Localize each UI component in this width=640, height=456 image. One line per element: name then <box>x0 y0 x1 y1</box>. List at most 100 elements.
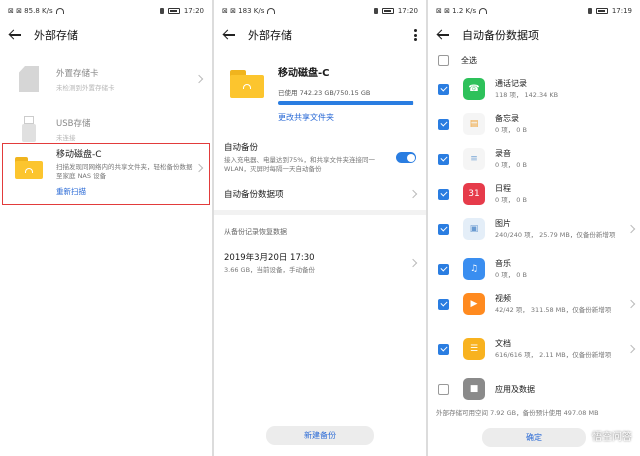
notes-icon: ▤ <box>463 113 485 135</box>
item-title: 外置存储卡 <box>56 68 99 79</box>
data-item-row[interactable]: ▤ 备忘录 0 项， 0 B <box>428 113 640 135</box>
network-folder-icon <box>15 157 43 179</box>
item-checkbox[interactable] <box>438 83 449 95</box>
item-size: 0 项， 0 B <box>495 271 527 279</box>
select-all-row[interactable]: 全选 <box>428 48 640 72</box>
document-icon: ☰ <box>463 338 485 360</box>
clock: 17:20 <box>397 7 418 15</box>
item-size: 0 项， 0 B <box>495 126 527 134</box>
auto-backup-row: 自动备份 接入充电器、电量达到75%，和共享文件夹连接同一 WLAN，灭屏时每隔… <box>214 141 426 174</box>
status-indicators: ⊠ ⊠ 85.8 K/s <box>8 7 53 15</box>
item-checkbox[interactable] <box>438 118 449 130</box>
recorder-icon: ≡ <box>463 148 485 170</box>
more-options-icon[interactable] <box>414 29 418 41</box>
wifi-icon <box>479 8 488 14</box>
back-arrow-icon[interactable] <box>436 28 450 42</box>
data-item-row[interactable]: ☎ 通话记录 118 项， 142.34 KB <box>428 78 640 100</box>
item-name: 应用及数据 <box>495 384 535 394</box>
data-item-row[interactable]: ▶ 视频 42/42 项， 311.58 MB，仅备份新增项 <box>428 293 640 315</box>
item-size: 42/42 项， 311.58 MB，仅备份新增项 <box>495 306 612 314</box>
chevron-right-icon <box>194 74 204 84</box>
data-item-row[interactable]: ≡ 录音 0 项， 0 B <box>428 148 640 170</box>
bluetooth-icon <box>373 8 378 14</box>
item-subtitle: 未连接 <box>56 133 76 142</box>
clock: 17:19 <box>611 7 632 15</box>
wifi-icon <box>55 8 64 14</box>
app-bar: 外部存储 <box>214 22 426 48</box>
music-icon: ♫ <box>463 258 485 280</box>
auto-backup-items-row[interactable]: 自动备份数据项 <box>214 182 426 206</box>
bluetooth-icon <box>587 8 592 14</box>
item-checkbox[interactable] <box>438 223 449 235</box>
item-name: 文档 <box>495 339 511 348</box>
item-size: 118 项， 142.34 KB <box>495 91 559 99</box>
disk-header: 移动磁盘-C 已使用 742.23 GB/750.15 GB 更改共享文件夹 <box>214 48 426 123</box>
app-bar: 自动备份数据项 <box>428 22 640 48</box>
screen-disk-detail: ⊠ ⊠ 183 K/s 17:20 外部存储 移动磁盘-C 已使用 742.23… <box>214 0 426 456</box>
item-checkbox[interactable] <box>438 153 449 165</box>
new-backup-button[interactable]: 新建备份 <box>266 426 374 445</box>
battery-icon <box>595 8 608 14</box>
usage-bar-fill <box>278 101 413 105</box>
clock: 17:20 <box>183 7 204 15</box>
status-indicators: ⊠ ⊠ 183 K/s <box>222 7 265 15</box>
item-size: 240/240 项， 25.79 MB，仅备份新增项 <box>495 231 616 239</box>
restore-section-label: 从备份记录恢复数据 <box>224 228 287 236</box>
data-item-row[interactable]: ■ 应用及数据 <box>428 378 640 400</box>
item-name: 录音 <box>495 149 511 158</box>
auto-backup-items-label: 自动备份数据项 <box>224 190 284 200</box>
screen-auto-backup-items: ⊠ ⊠ 1.2 K/s 17:19 自动备份数据项 全选 ☎ 通话记录 118 项，… <box>428 0 640 456</box>
backup-record-row[interactable]: 2019年3月20日 17:30 3.66 GB，当前设备，手动备份 <box>214 251 426 275</box>
screen-external-storage: ⊠ ⊠ 85.8 K/s 17:20 外部存储 外置存储卡 未检测到外置存储卡 … <box>0 0 212 456</box>
item-checkbox[interactable] <box>438 188 449 200</box>
auto-backup-toggle[interactable] <box>396 152 416 163</box>
phone-icon: ☎ <box>463 78 485 100</box>
item-size: 616/616 项， 2.11 MB，仅备份新增项 <box>495 351 612 359</box>
item-name: 日程 <box>495 184 511 193</box>
rescan-link[interactable]: 重新扫描 <box>56 186 196 197</box>
gallery-icon: ▣ <box>463 218 485 240</box>
battery-icon <box>167 8 180 14</box>
app-bar: 外部存储 <box>0 22 212 48</box>
chevron-right-icon <box>626 224 636 234</box>
disk-name: 移动磁盘-C <box>278 68 330 79</box>
network-disk-item[interactable]: 移动磁盘-C 扫描发现同网络内的共享文件夹，轻松备份数据至家庭 NAS 设备 重… <box>0 147 212 203</box>
change-shared-folder-link[interactable]: 更改共享文件夹 <box>278 112 414 123</box>
item-checkbox[interactable] <box>438 263 449 275</box>
back-arrow-icon[interactable] <box>222 28 236 42</box>
page-title: 外部存储 <box>248 29 292 42</box>
data-item-row[interactable]: 31 日程 0 项， 0 B <box>428 183 640 205</box>
storage-footer-text: 外部存储可用空间 7.92 GB，备份预计使用 497.08 MB <box>436 409 599 417</box>
item-name: 视频 <box>495 294 511 303</box>
chevron-right-icon <box>408 189 418 199</box>
backup-record-date: 2019年3月20日 17:30 <box>224 253 315 263</box>
item-subtitle: 扫描发现同网络内的共享文件夹，轻松备份数据至家庭 NAS 设备 <box>56 163 193 180</box>
status-bar: ⊠ ⊠ 183 K/s 17:20 <box>214 0 426 22</box>
auto-backup-description: 接入充电器、电量达到75%，和共享文件夹连接同一 WLAN，灭屏时每隔一天自动备… <box>224 156 375 173</box>
item-checkbox[interactable] <box>438 298 449 310</box>
bluetooth-icon <box>159 8 164 14</box>
confirm-button[interactable]: 确定 <box>482 428 586 447</box>
wifi-icon <box>267 8 276 14</box>
select-all-checkbox[interactable] <box>438 54 449 66</box>
network-folder-icon <box>230 70 264 98</box>
chevron-right-icon <box>194 163 204 173</box>
usb-icon <box>22 116 36 142</box>
select-all-label: 全选 <box>461 55 477 65</box>
item-subtitle: 未检测到外置存储卡 <box>56 83 115 92</box>
item-checkbox[interactable] <box>438 383 449 395</box>
status-indicators: ⊠ ⊠ 1.2 K/s <box>436 7 477 15</box>
data-item-row[interactable]: ☰ 文档 616/616 项， 2.11 MB，仅备份新增项 <box>428 338 640 360</box>
back-arrow-icon[interactable] <box>8 28 22 42</box>
item-checkbox[interactable] <box>438 343 449 355</box>
data-item-row[interactable]: ▣ 图片 240/240 项， 25.79 MB，仅备份新增项 <box>428 218 640 240</box>
section-divider <box>214 210 426 215</box>
item-name: 备忘录 <box>495 114 519 123</box>
chevron-right-icon <box>626 344 636 354</box>
item-name: 音乐 <box>495 259 511 268</box>
disk-usage-label: 已使用 742.23 GB/750.15 GB <box>278 89 371 97</box>
battery-icon <box>381 8 394 14</box>
data-item-row[interactable]: ♫ 音乐 0 项， 0 B <box>428 258 640 280</box>
page-title: 自动备份数据项 <box>462 29 539 42</box>
sd-card-item[interactable]: 外置存储卡 未检测到外置存储卡 <box>0 56 212 102</box>
